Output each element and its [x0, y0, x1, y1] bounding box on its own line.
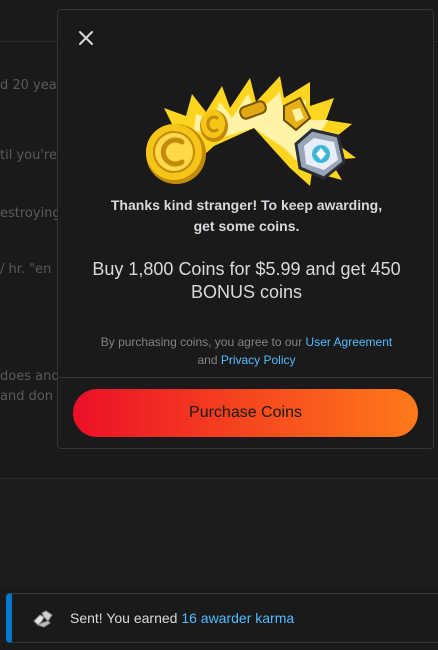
award-sent-toast: Sent! You earned 16 awarder karma [6, 593, 438, 643]
legal-prefix: By purchasing coins, you agree to our [100, 335, 306, 349]
offer-line-2: BONUS coins [190, 282, 303, 302]
privacy-policy-link[interactable]: Privacy Policy [221, 353, 296, 367]
bg-post-fragment-1: d 20 yea [0, 78, 57, 93]
awarder-karma-link[interactable]: 16 awarder karma [181, 610, 294, 626]
modal-divider [58, 377, 433, 378]
thanks-line-2: get some coins. [193, 218, 300, 234]
bg-post-fragment-5: does and [0, 369, 60, 384]
toast-prefix: Sent! You earned [70, 610, 182, 626]
coin-small-icon [200, 110, 228, 142]
bg-post-fragment-4: / hr. "en [0, 262, 52, 277]
bg-post-fragment-2: til you're [0, 148, 57, 163]
coin-offer: Buy 1,800 Coins for $5.99 and get 450 BO… [78, 258, 415, 304]
awarder-hands-icon [33, 610, 53, 628]
toast-message: Sent! You earned 16 awarder karma [70, 610, 294, 626]
user-agreement-link[interactable]: User Agreement [306, 335, 393, 349]
offer-line-1: Buy 1,800 Coins for $5.99 and get 450 [92, 259, 401, 279]
legal-notice: By purchasing coins, you agree to our Us… [78, 333, 415, 369]
silver-award-icon [294, 128, 346, 180]
get-coins-modal: Thanks kind stranger! To keep awarding, … [57, 9, 434, 449]
bg-lower-panel [0, 478, 438, 588]
legal-mid: and [197, 353, 221, 367]
close-button[interactable] [74, 26, 98, 50]
bg-post-fragment-6: and don [0, 389, 54, 404]
bg-post-fragment-3: estroying [0, 206, 61, 221]
thanks-message: Thanks kind stranger! To keep awarding, … [78, 195, 415, 237]
close-icon [79, 31, 93, 45]
coins-illustration [146, 76, 356, 186]
purchase-coins-button[interactable]: Purchase Coins [73, 389, 418, 437]
thanks-line-1: Thanks kind stranger! To keep awarding, [110, 197, 383, 213]
coin-icon [146, 124, 206, 184]
